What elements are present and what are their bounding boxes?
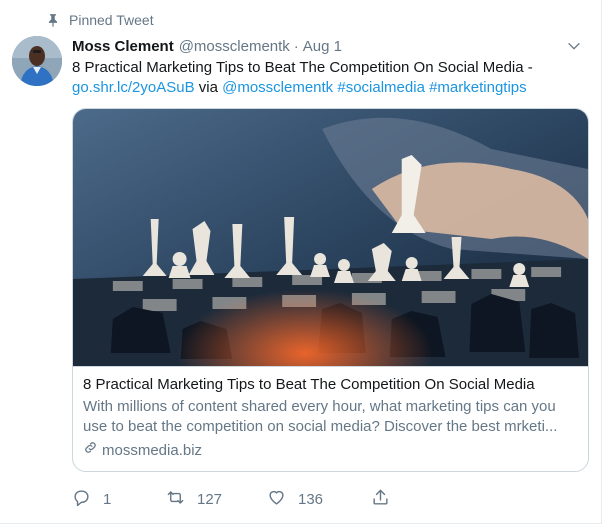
pinned-label: Pinned Tweet — [69, 12, 154, 28]
tweet[interactable]: Pinned Tweet Moss Clement @mossclementk … — [0, 0, 602, 524]
reply-count: 1 — [103, 491, 112, 508]
tweet-mention[interactable]: @mossclementk — [222, 79, 333, 96]
tweet-text-line1: 8 Practical Marketing Tips to Beat The C… — [72, 59, 533, 76]
tweet-via: via — [194, 79, 223, 96]
tweet-actions: 1 127 136 — [72, 488, 390, 511]
pin-icon — [46, 13, 60, 27]
tweet-header: Moss Clement @mossclementk · Aug 1 — [72, 36, 592, 56]
avatar[interactable] — [12, 36, 62, 86]
tweet-link[interactable]: go.shr.lc/2yoASuB — [72, 79, 195, 96]
share-icon — [371, 488, 390, 511]
retweet-icon — [166, 488, 185, 511]
retweet-count: 127 — [197, 491, 223, 508]
share-button[interactable] — [371, 488, 390, 511]
author-name[interactable]: Moss Clement — [72, 38, 174, 55]
pinned-indicator: Pinned Tweet — [46, 12, 154, 28]
card-body: 8 Practical Marketing Tips to Beat The C… — [73, 366, 588, 461]
card-title[interactable]: 8 Practical Marketing Tips to Beat The C… — [83, 375, 578, 395]
chevron-down-icon[interactable] — [566, 38, 582, 54]
card-image-chess[interactable] — [73, 109, 588, 366]
hashtag-marketingtips[interactable]: #marketingtips — [429, 79, 527, 96]
retweet-button[interactable]: 127 — [166, 488, 267, 511]
card-domain: mossmedia.biz — [83, 440, 578, 461]
card-description: With millions of content shared every ho… — [83, 398, 558, 435]
tweet-content: Moss Clement @mossclementk · Aug 1 8 Pra… — [72, 36, 592, 472]
tweet-date[interactable]: Aug 1 — [303, 38, 342, 55]
card-domain-label: mossmedia.biz — [102, 441, 203, 459]
like-button[interactable]: 136 — [267, 488, 371, 511]
hashtag-socialmedia[interactable]: #socialmedia — [337, 79, 425, 96]
reply-icon — [72, 488, 91, 511]
link-card[interactable]: 8 Practical Marketing Tips to Beat The C… — [72, 108, 589, 472]
link-icon — [83, 440, 98, 461]
reply-button[interactable]: 1 — [72, 488, 166, 511]
header-separator: · — [293, 37, 299, 55]
like-icon — [267, 488, 286, 511]
author-handle[interactable]: @mossclementk — [179, 38, 290, 55]
like-count: 136 — [298, 491, 324, 508]
tweet-text: 8 Practical Marketing Tips to Beat The C… — [72, 58, 592, 98]
